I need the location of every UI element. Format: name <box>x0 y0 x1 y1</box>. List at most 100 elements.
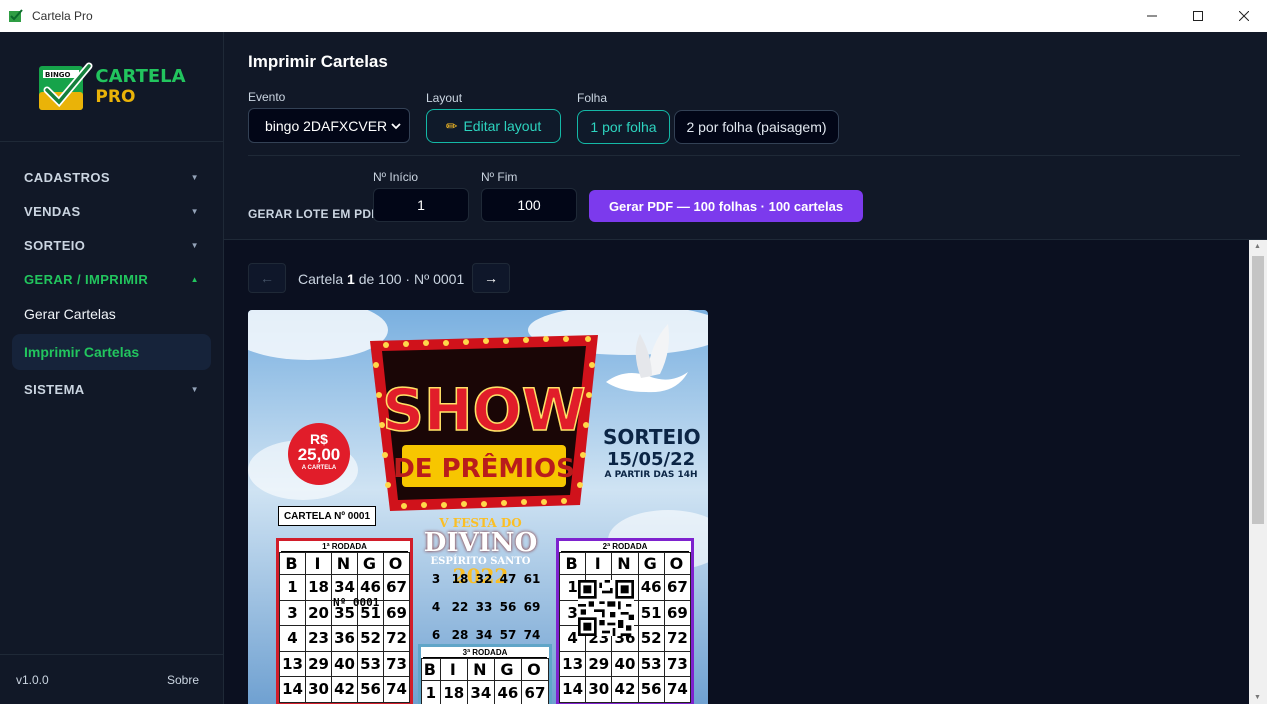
bingo-cell: 14 <box>558 676 587 703</box>
card-preview-area: ← Cartela 1 de 100 · Nº 0001 → R$ 25,00 … <box>224 240 1267 704</box>
sidebar: BINGO CARTELA PRO CADASTROS ▼ VENDAS ▼ S… <box>0 32 224 704</box>
sidebar-group-vendas[interactable]: VENDAS ▼ <box>0 194 223 228</box>
bingo-cell: 74 <box>663 676 692 703</box>
close-icon <box>1239 11 1249 21</box>
price-unit: A CARTELA <box>301 465 337 471</box>
chevron-down-icon <box>391 122 401 129</box>
sidebar-footer: v1.0.0 Sobre <box>0 654 223 704</box>
sidebar-group-label: GERAR / IMPRIMIR <box>24 271 149 287</box>
overlay-number: 3 <box>431 572 441 586</box>
sidebar-group-sorteio[interactable]: SORTEIO ▼ <box>0 228 223 262</box>
bingo-cell: 3 <box>279 599 306 626</box>
bingo-cell: 56 <box>357 676 384 703</box>
bingo-row: 1 18 34 46 67 <box>421 680 550 704</box>
main-content: Imprimir Cartelas Evento bingo 2DAFXCVER… <box>224 32 1267 704</box>
dove-image <box>606 324 688 393</box>
window-titlebar: Cartela Pro <box>0 0 1267 32</box>
bingo-letter: B <box>558 552 587 575</box>
bingo-letter: I <box>305 552 332 575</box>
overlay-number: 18 <box>451 572 469 586</box>
numero-overlay: Nº 0001 <box>333 596 380 609</box>
inicio-label: Nº Início <box>373 170 419 184</box>
evento-select[interactable]: bingo 2DAFXCVER <box>248 108 410 143</box>
fim-input[interactable]: 100 <box>481 188 577 222</box>
bingo-cell: 40 <box>331 650 358 677</box>
scrollbar-thumb[interactable] <box>1252 256 1264 524</box>
bingo-cell: 69 <box>383 599 410 626</box>
bingo-cell: 74 <box>383 676 410 703</box>
minimize-button[interactable] <box>1129 0 1175 32</box>
layout-label: Layout <box>426 91 463 105</box>
minimize-icon <box>1147 15 1157 17</box>
bingo-cell: 1 <box>279 574 306 601</box>
generate-pdf-button[interactable]: Gerar PDF — 100 folhas · 100 cartelas <box>589 190 863 222</box>
about-link[interactable]: Sobre <box>167 673 199 687</box>
bingo-cell: 73 <box>663 650 692 677</box>
evento-label: Evento <box>248 90 286 104</box>
bingo-cell: 51 <box>637 599 665 626</box>
bingo-row: 13 29 40 53 73 <box>558 650 692 677</box>
overlay-number: 33 <box>475 600 493 614</box>
overlay-row: 3 18 32 47 61 <box>424 572 544 600</box>
overlay-number: 22 <box>451 600 469 614</box>
header-divider <box>248 155 1240 156</box>
bingo-cell: 53 <box>357 650 384 677</box>
bingo-cell: 30 <box>585 676 613 703</box>
sidebar-group-sistema[interactable]: SISTEMA ▼ <box>0 372 223 406</box>
close-button[interactable] <box>1221 0 1267 32</box>
bingo-cell: 20 <box>305 599 332 626</box>
print-controls-header: Imprimir Cartelas Evento bingo 2DAFXCVER… <box>224 32 1267 240</box>
sidebar-group-label: SORTEIO <box>24 237 86 253</box>
bingo-letter: O <box>520 658 550 681</box>
page-title: Imprimir Cartelas <box>248 52 388 71</box>
festa-line2: DIVINO <box>423 528 538 558</box>
sidebar-item-label: Gerar Cartelas <box>24 306 116 322</box>
bingo-cell: 36 <box>331 625 358 652</box>
scroll-up-arrow-icon[interactable]: ▲ <box>1254 243 1261 250</box>
overlay-row: 4 22 33 56 69 <box>424 600 544 628</box>
scroll-down-arrow-icon[interactable]: ▼ <box>1254 694 1261 701</box>
bingo-cell: 52 <box>357 625 384 652</box>
sorteio-date: 15/05/22 <box>606 449 696 470</box>
overlay-number: 74 <box>523 628 541 642</box>
bingo-letter: B <box>279 552 306 575</box>
edit-layout-button[interactable]: ✏ Editar layout <box>426 109 561 143</box>
folha-option-1-por-folha[interactable]: 1 por folha <box>577 110 670 144</box>
sorteio-title: SORTEIO <box>603 425 701 449</box>
pager-status: Cartela 1 de 100 · Nº 0001 <box>298 271 464 287</box>
bingo-row: 4 23 36 52 72 <box>279 625 410 652</box>
next-card-button[interactable]: → <box>472 263 510 293</box>
lote-pdf-label: GERAR LOTE EM PDF <box>248 207 379 221</box>
maximize-button[interactable] <box>1175 0 1221 32</box>
window-title: Cartela Pro <box>32 9 93 23</box>
price-badge: R$ 25,00 A CARTELA <box>288 423 350 485</box>
bingo-letter: O <box>383 552 410 575</box>
bingo-letter: B <box>421 658 441 681</box>
bingo-table: BINGO 1 18 34 46 67 3 20 35 51 69 4 23 36 52 72 13 29… <box>279 552 410 703</box>
evento-select-value: bingo 2DAFXCVER <box>265 117 388 134</box>
bingo-letter: N <box>331 552 358 575</box>
bingo-cell: 4 <box>279 625 306 652</box>
bingo-cell: 56 <box>637 676 665 703</box>
bingo-cell: 52 <box>637 625 665 652</box>
bingo-row: 14 30 42 56 74 <box>558 676 692 703</box>
overlay-number: 4 <box>431 600 441 614</box>
qr-code <box>578 580 634 636</box>
logo-icon: BINGO <box>39 62 93 110</box>
sidebar-group-gerar-imprimir[interactable]: GERAR / IMPRIMIR ▲ <box>0 262 223 296</box>
bingo-cell: 13 <box>279 650 306 677</box>
bingo-table: BINGO 1 18 34 46 67 <box>421 658 550 704</box>
bingo-cell: 67 <box>383 574 410 601</box>
preview-scrollbar[interactable]: ▲ ▼ <box>1249 240 1267 704</box>
bingo-cell: 69 <box>663 599 692 626</box>
inicio-input[interactable]: 1 <box>373 188 469 222</box>
folha-option-2-por-folha[interactable]: 2 por folha (paisagem) <box>674 110 839 144</box>
bingo-letter: N <box>466 658 495 681</box>
sidebar-item-gerar-cartelas[interactable]: Gerar Cartelas <box>0 296 223 332</box>
folha-label: Folha <box>577 91 608 105</box>
bingo-cell: 29 <box>305 650 332 677</box>
sidebar-group-cadastros[interactable]: CADASTROS ▼ <box>0 160 223 194</box>
show-de-premios-marquee: SHOW DE PRÊMIOS <box>370 335 598 511</box>
sidebar-item-imprimir-cartelas[interactable]: Imprimir Cartelas <box>12 334 211 370</box>
prev-card-button[interactable]: ← <box>248 263 286 293</box>
